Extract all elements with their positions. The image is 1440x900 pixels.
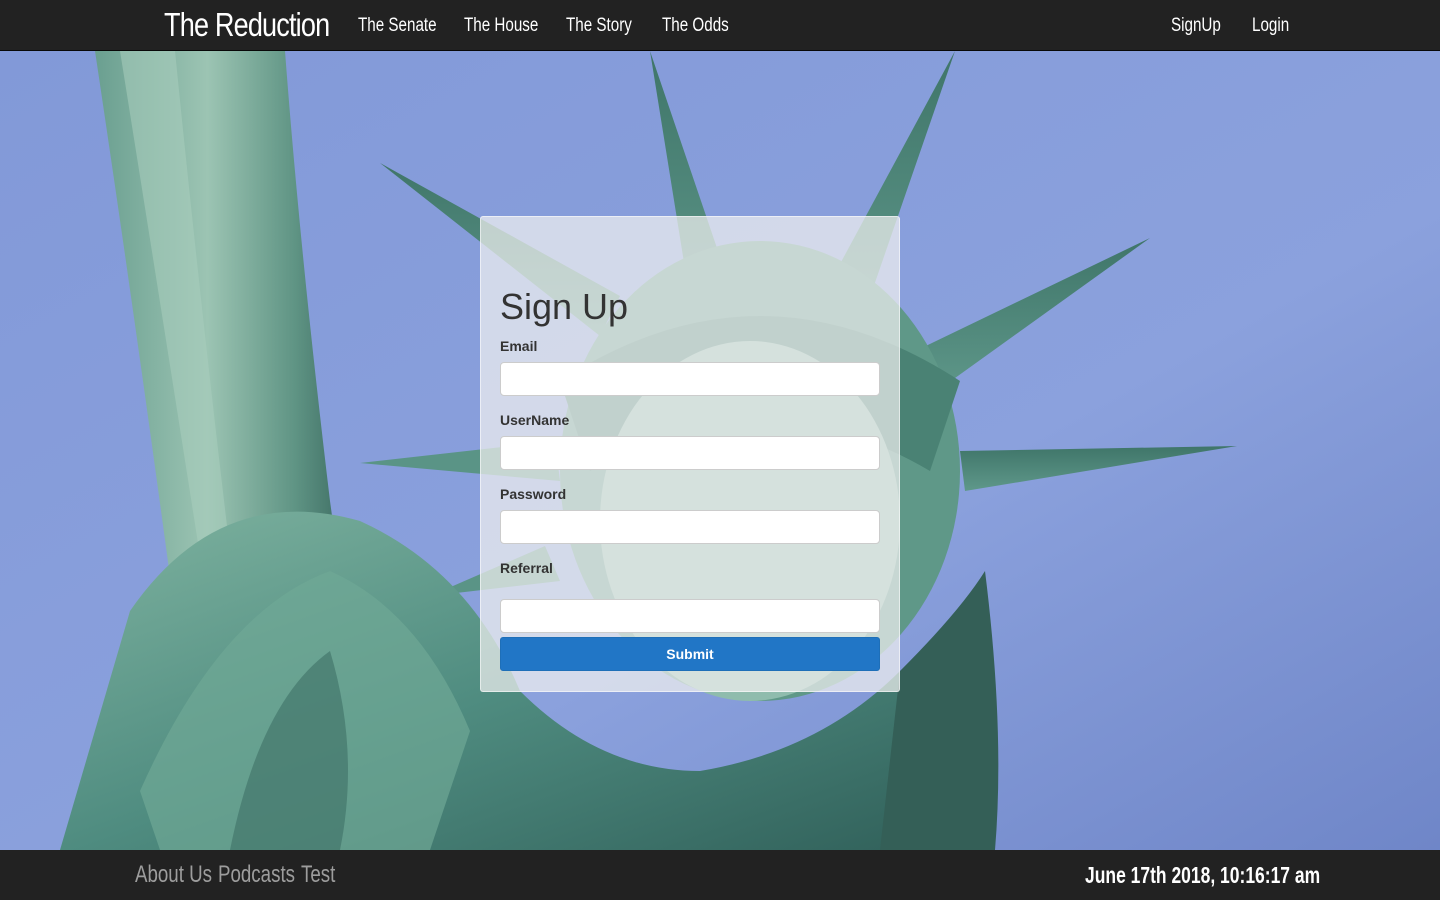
footer-nav: About Us Podcasts Test [135,850,335,900]
nav-link-house[interactable]: The House [464,15,538,37]
current-timestamp: June 17th 2018, 10:16:17 am [1085,862,1321,888]
signup-form-panel: Sign Up Email UserName Password Referral… [480,216,900,692]
submit-button[interactable]: Submit [500,637,880,671]
nav-link-story[interactable]: The Story [566,15,632,37]
page-footer: About Us Podcasts Test June 17th 2018, 1… [0,850,1440,900]
brand-logo-link[interactable]: The Reduction [164,6,330,44]
username-label: UserName [500,412,570,428]
form-title: Sign Up [500,286,629,327]
signup-link[interactable]: SignUp [1171,15,1221,37]
footer-link-test[interactable]: Test [301,861,335,889]
main-nav: The Senate The House The Story The Odds [358,0,729,51]
password-label: Password [500,486,567,502]
account-nav: SignUp Login [1171,0,1289,51]
footer-link-about[interactable]: About Us [135,861,212,889]
nav-link-senate[interactable]: The Senate [358,15,437,37]
nav-link-odds[interactable]: The Odds [662,15,729,37]
password-field[interactable] [500,510,880,544]
username-field[interactable] [500,436,880,470]
email-label: Email [500,338,538,354]
footer-link-podcasts[interactable]: Podcasts [218,861,295,889]
referral-field[interactable] [500,599,880,633]
top-navbar: The Reduction The Senate The House The S… [0,0,1440,51]
referral-label: Referral [500,560,553,576]
login-link[interactable]: Login [1252,15,1289,37]
email-field[interactable] [500,362,880,396]
